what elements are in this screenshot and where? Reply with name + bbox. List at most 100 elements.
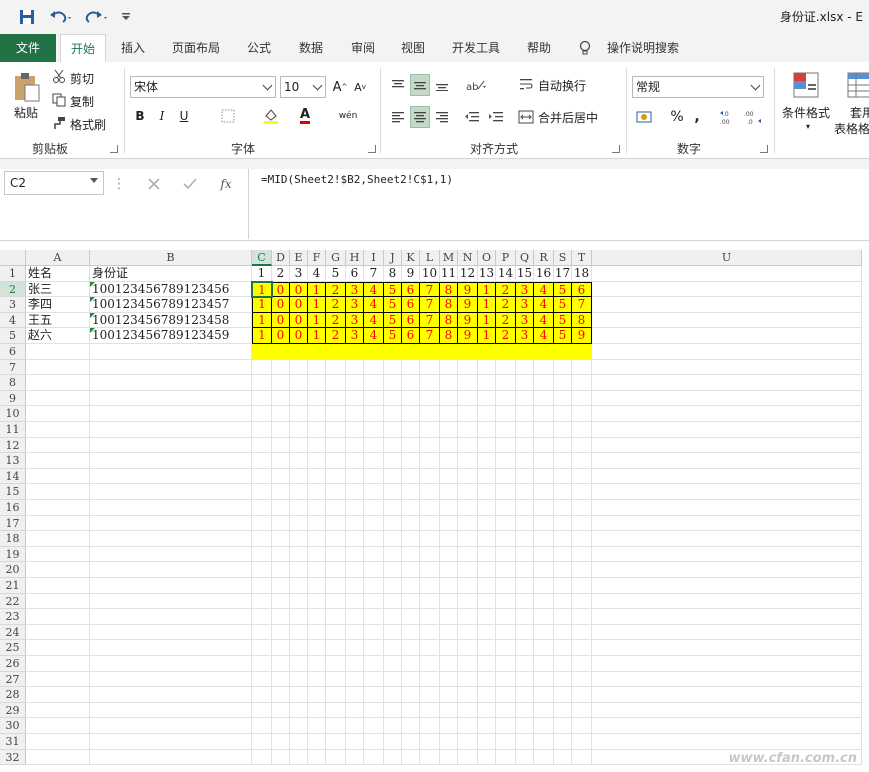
tab-view[interactable]: 视图: [392, 34, 434, 62]
cell-C21[interactable]: [252, 578, 272, 594]
row-header-31[interactable]: 31: [0, 734, 26, 750]
increase-decimal-icon[interactable]: .0.00: [718, 106, 738, 128]
cell-G26[interactable]: [326, 656, 346, 672]
cell-S2[interactable]: 5: [554, 281, 572, 298]
cell-L21[interactable]: [420, 578, 440, 594]
cell-H31[interactable]: [346, 734, 364, 750]
cell-M24[interactable]: [440, 624, 458, 641]
cell-Q3[interactable]: 3: [516, 297, 534, 313]
cell-A8[interactable]: [26, 375, 90, 391]
merge-center-button[interactable]: 合并后居中: [538, 109, 598, 126]
cell-O2[interactable]: 1: [478, 281, 496, 298]
cell-J10[interactable]: [384, 406, 402, 422]
row-header-26[interactable]: 26: [0, 656, 26, 672]
cell-K11[interactable]: [402, 422, 420, 438]
increase-font-icon[interactable]: A ^: [332, 77, 348, 97]
cell-S28[interactable]: [554, 687, 572, 703]
cell-J12[interactable]: [384, 437, 402, 454]
cell-E31[interactable]: [290, 734, 308, 750]
cell-E15[interactable]: [290, 484, 308, 500]
cell-E22[interactable]: [290, 593, 308, 610]
cell-T20[interactable]: [572, 562, 592, 578]
cell-L23[interactable]: [420, 609, 440, 625]
cell-E16[interactable]: [290, 500, 308, 516]
cell-B26[interactable]: [90, 656, 252, 672]
cell-H7[interactable]: [346, 359, 364, 376]
cell-A10[interactable]: [26, 406, 90, 422]
cell-N2[interactable]: 9: [458, 281, 478, 298]
cell-A29[interactable]: [26, 702, 90, 719]
cell-N3[interactable]: 9: [458, 297, 478, 313]
cell-L17[interactable]: [420, 515, 440, 532]
cell-N1[interactable]: 12: [458, 266, 478, 282]
cell-N19[interactable]: [458, 546, 478, 563]
italic-button[interactable]: I: [154, 106, 170, 126]
cell-B6[interactable]: [90, 344, 252, 360]
cell-J23[interactable]: [384, 609, 402, 625]
cell-N4[interactable]: 9: [458, 312, 478, 329]
row-header-5[interactable]: 5: [0, 328, 26, 344]
cell-N26[interactable]: [458, 656, 478, 672]
cell-K9[interactable]: [402, 390, 420, 407]
cell-I16[interactable]: [364, 500, 384, 516]
column-header-P[interactable]: P: [496, 250, 516, 266]
cell-Q24[interactable]: [516, 624, 534, 641]
underline-button[interactable]: U: [176, 106, 192, 126]
cell-B25[interactable]: [90, 640, 252, 656]
cell-F13[interactable]: [308, 453, 326, 469]
cell-M25[interactable]: [440, 640, 458, 656]
number-launcher[interactable]: [760, 145, 768, 153]
cell-O26[interactable]: [478, 656, 496, 672]
customize-toolbar-icon[interactable]: [118, 6, 134, 28]
cell-A3[interactable]: 李四: [26, 297, 90, 313]
column-header-R[interactable]: R: [534, 250, 554, 266]
cell-J22[interactable]: [384, 593, 402, 610]
cell-D29[interactable]: [272, 702, 290, 719]
cell-J27[interactable]: [384, 671, 402, 688]
cell-L31[interactable]: [420, 734, 440, 750]
cell-O3[interactable]: 1: [478, 297, 496, 313]
cell-J11[interactable]: [384, 422, 402, 438]
cell-I12[interactable]: [364, 437, 384, 454]
increase-indent-icon[interactable]: [486, 106, 506, 128]
cell-E5[interactable]: 0: [290, 328, 308, 344]
cell-D4[interactable]: 0: [272, 312, 290, 329]
cell-P31[interactable]: [496, 734, 516, 750]
cell-B30[interactable]: [90, 718, 252, 734]
cell-F30[interactable]: [308, 718, 326, 734]
row-header-17[interactable]: 17: [0, 515, 26, 532]
cell-K18[interactable]: [402, 531, 420, 547]
cell-S32[interactable]: [554, 749, 572, 766]
cell-G5[interactable]: 2: [326, 328, 346, 344]
column-header-Q[interactable]: Q: [516, 250, 534, 266]
cell-G13[interactable]: [326, 453, 346, 469]
cell-N8[interactable]: [458, 375, 478, 391]
cell-O29[interactable]: [478, 702, 496, 719]
cell-I18[interactable]: [364, 531, 384, 547]
cell-G15[interactable]: [326, 484, 346, 500]
cell-B18[interactable]: [90, 531, 252, 547]
row-header-29[interactable]: 29: [0, 702, 26, 719]
cell-A18[interactable]: [26, 531, 90, 547]
row-header-9[interactable]: 9: [0, 390, 26, 407]
cell-T14[interactable]: [572, 468, 592, 485]
cell-D10[interactable]: [272, 406, 290, 422]
cell-B2[interactable]: 100123456789123456: [90, 281, 252, 298]
cell-L11[interactable]: [420, 422, 440, 438]
cell-M18[interactable]: [440, 531, 458, 547]
cell-L16[interactable]: [420, 500, 440, 516]
cell-O19[interactable]: [478, 546, 496, 563]
cell-O8[interactable]: [478, 375, 496, 391]
cell-U15[interactable]: [592, 484, 862, 500]
cell-B10[interactable]: [90, 406, 252, 422]
cell-E7[interactable]: [290, 359, 308, 376]
cell-T27[interactable]: [572, 671, 592, 688]
cell-U5[interactable]: [592, 328, 862, 344]
cell-P18[interactable]: [496, 531, 516, 547]
cell-Q23[interactable]: [516, 609, 534, 625]
column-header-M[interactable]: M: [440, 250, 458, 266]
row-header-1[interactable]: 1: [0, 266, 26, 282]
cell-I4[interactable]: 4: [364, 312, 384, 329]
cell-T11[interactable]: [572, 422, 592, 438]
cell-U7[interactable]: [592, 359, 862, 376]
